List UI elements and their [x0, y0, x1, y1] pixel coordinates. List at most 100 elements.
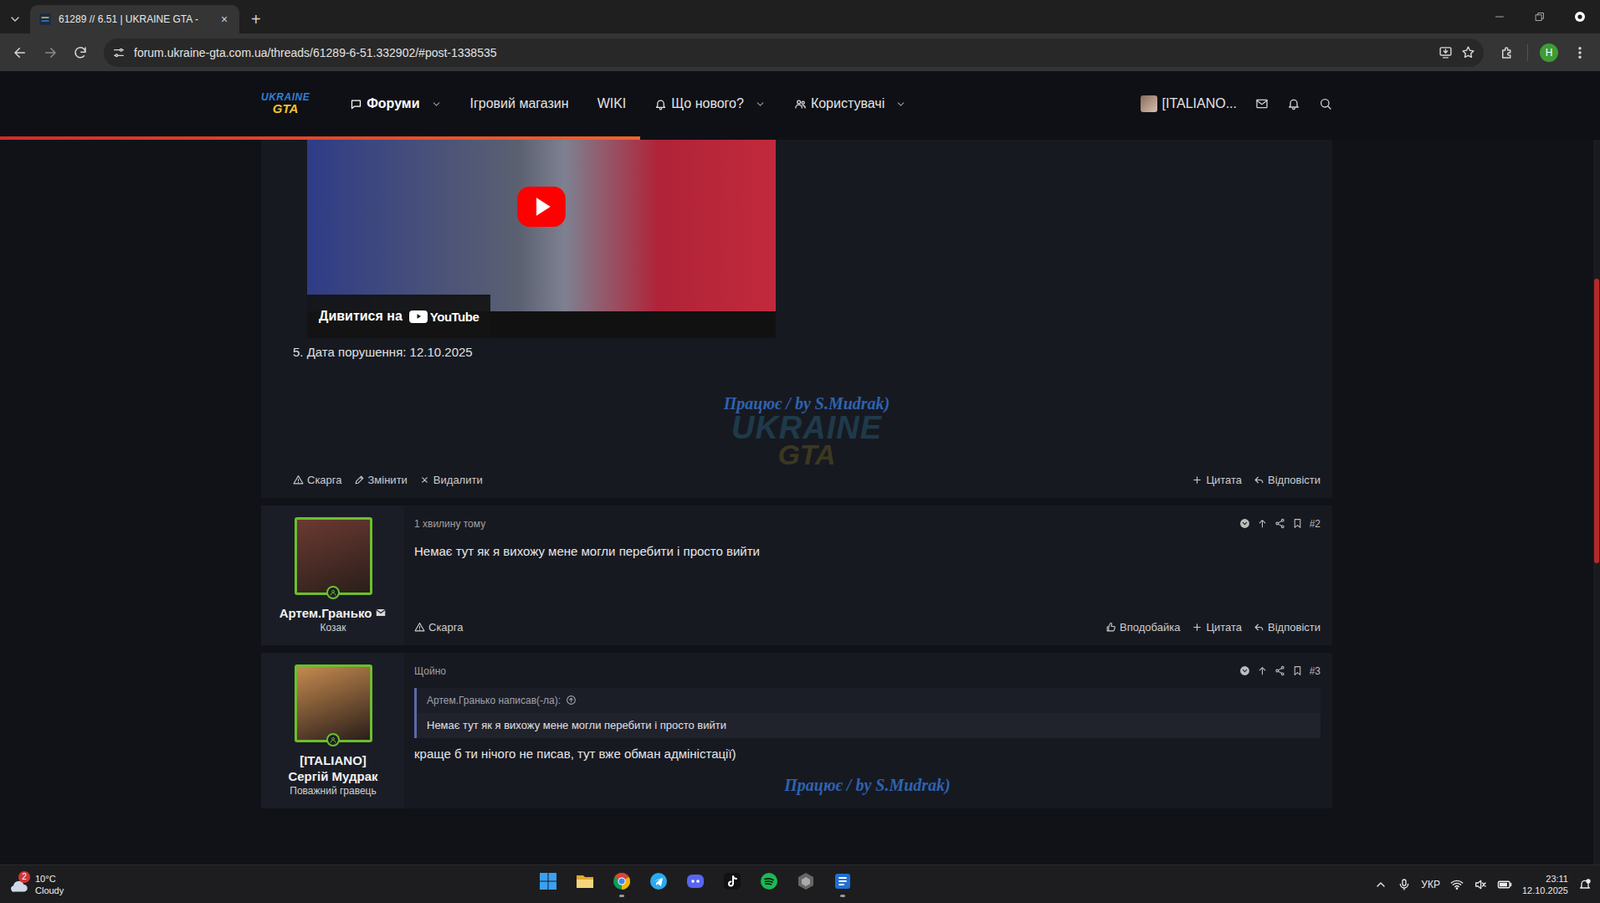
taskbar-app[interactable]	[535, 867, 561, 902]
microphone-icon[interactable]	[1397, 877, 1411, 892]
taskbar-app[interactable]	[572, 867, 598, 902]
quote-button[interactable]: Цитата	[1191, 620, 1242, 634]
install-icon[interactable]	[1438, 45, 1453, 60]
like-button[interactable]: Вподобайка	[1105, 620, 1180, 634]
bell-icon[interactable]	[1287, 97, 1301, 111]
menu-icon[interactable]	[1566, 39, 1594, 67]
report-button[interactable]: Скарга	[414, 620, 464, 634]
action-label[interactable]: Змінити	[368, 473, 408, 487]
taskbar-app[interactable]	[830, 867, 856, 902]
dropdown-chevron-icon[interactable]	[754, 98, 766, 110]
editor-icon[interactable]	[832, 871, 853, 892]
action-label[interactable]: Скарга	[428, 620, 464, 634]
wifi-icon[interactable]	[1450, 877, 1464, 892]
watch-label[interactable]: Дивитися на	[318, 308, 403, 324]
address-bar[interactable]: forum.ukraine-gta.com.ua/threads/61289-6…	[103, 38, 1484, 67]
up-arrow-icon[interactable]	[1256, 665, 1268, 677]
taskbar-app[interactable]	[719, 867, 745, 902]
profile-button[interactable]: H	[1539, 43, 1559, 62]
scrollbar-thumb[interactable]	[1594, 278, 1600, 564]
reply-button[interactable]: Відповісти	[1253, 473, 1321, 487]
action-label[interactable]: Видалити	[433, 473, 483, 487]
site-logo[interactable]: UKRAINEGTA	[261, 92, 310, 115]
taskbar-app[interactable]	[646, 867, 672, 902]
play-icon[interactable]	[512, 186, 570, 227]
edit-button[interactable]: Змінити	[353, 473, 408, 487]
taskbar-app[interactable]	[793, 867, 819, 902]
video-embed[interactable]: Дивитися наYouTube	[307, 139, 776, 339]
taskbar-app[interactable]	[756, 867, 782, 902]
site-settings-icon[interactable]	[112, 46, 126, 60]
minimize-icon[interactable]	[1479, 0, 1520, 34]
action-label[interactable]: Відповісти	[1267, 620, 1321, 634]
nav-item[interactable]: Користувачі	[782, 71, 918, 137]
bookmark-icon[interactable]	[1292, 517, 1303, 529]
nav-label[interactable]: Ігровий магазин	[470, 96, 570, 112]
post-number[interactable]: #2	[1309, 517, 1321, 530]
expand-icon[interactable]	[1239, 665, 1251, 677]
message-icon[interactable]	[374, 606, 387, 619]
explorer-icon[interactable]	[574, 871, 595, 892]
clock[interactable]: 23:1112.10.2025	[1522, 872, 1569, 897]
tiktok-icon[interactable]	[722, 871, 743, 892]
nav-label[interactable]: WIKI	[597, 96, 627, 112]
delete-button[interactable]: Видалити	[419, 473, 483, 487]
account-name[interactable]: [ITALIANO...	[1162, 96, 1238, 112]
dropdown-chevron-icon[interactable]	[430, 98, 442, 110]
chrome-icon[interactable]	[611, 871, 632, 892]
up-arrow-icon[interactable]	[1256, 517, 1268, 529]
extensions-icon[interactable]	[1493, 39, 1521, 67]
action-label[interactable]: Вподобайка	[1119, 620, 1180, 634]
nav-label[interactable]: Форуми	[366, 96, 420, 112]
author-name-line[interactable]: Артем.Гранько	[279, 605, 373, 621]
clock-date[interactable]: 12.10.2025	[1522, 884, 1569, 897]
spotify-icon[interactable]	[758, 871, 780, 892]
reload-icon[interactable]	[66, 39, 94, 67]
weather-widget[interactable]: 210°CCloudy	[8, 872, 260, 897]
volume-icon[interactable]	[1473, 877, 1488, 892]
share-icon[interactable]	[1274, 517, 1286, 529]
action-label[interactable]: Відповісти	[1267, 473, 1321, 487]
nav-item[interactable]: Форуми	[338, 71, 453, 137]
quote-author[interactable]: Артем.Гранько написав(-ла):	[426, 694, 561, 707]
battery-icon[interactable]	[1497, 876, 1513, 893]
share-icon[interactable]	[1274, 665, 1286, 677]
report-button[interactable]: Скарга	[292, 473, 343, 487]
avatar[interactable]	[294, 664, 373, 743]
action-label[interactable]: Скарга	[307, 473, 343, 487]
action-label[interactable]: Цитата	[1205, 620, 1242, 634]
avatar[interactable]	[294, 517, 373, 595]
browser-tab[interactable]: 61289 // 6.51 | UKRAINE GTA - ×	[30, 5, 240, 34]
author-name-line[interactable]: Сергій Мудрак	[287, 768, 378, 785]
reply-button[interactable]: Відповісти	[1253, 620, 1321, 634]
nav-label[interactable]: Користувачі	[810, 96, 885, 112]
watch-on-youtube[interactable]: Дивитися наYouTube	[307, 294, 491, 339]
taskbar-app[interactable]	[609, 867, 635, 902]
restore-icon[interactable]	[1519, 0, 1560, 34]
expand-icon[interactable]	[1239, 517, 1251, 529]
show-hidden-icons-icon[interactable]	[1374, 877, 1388, 892]
post-time[interactable]: 1 хвилину тому	[414, 517, 486, 530]
search-icon[interactable]	[1318, 97, 1333, 111]
tab-search-icon[interactable]	[8, 12, 22, 26]
record-icon[interactable]	[1559, 0, 1600, 34]
start-icon[interactable]	[538, 871, 559, 892]
account-menu[interactable]: [ITALIANO...	[1140, 95, 1238, 113]
post-number[interactable]: #3	[1309, 665, 1321, 677]
dropdown-chevron-icon[interactable]	[895, 98, 907, 110]
tab-title[interactable]: 61289 // 6.51 | UKRAINE GTA -	[58, 13, 211, 26]
nav-item[interactable]: Ігровий магазин	[458, 71, 581, 137]
author-name-line[interactable]: [ITALIANO]	[299, 752, 367, 769]
post-time[interactable]: Щойно	[414, 665, 447, 677]
telegram-icon[interactable]	[648, 871, 669, 892]
bookmark-icon[interactable]	[1292, 665, 1303, 677]
nav-item[interactable]: Що нового?	[642, 71, 778, 137]
discord-icon[interactable]	[685, 871, 706, 892]
back-icon[interactable]	[6, 39, 34, 67]
mail-icon[interactable]	[1255, 97, 1269, 111]
clock-time[interactable]: 23:11	[1545, 872, 1569, 885]
tab-close-button[interactable]: ×	[217, 12, 231, 26]
action-label[interactable]: Цитата	[1205, 473, 1242, 487]
new-tab-button[interactable]: +	[239, 5, 273, 34]
taskbar-app[interactable]	[682, 867, 708, 902]
